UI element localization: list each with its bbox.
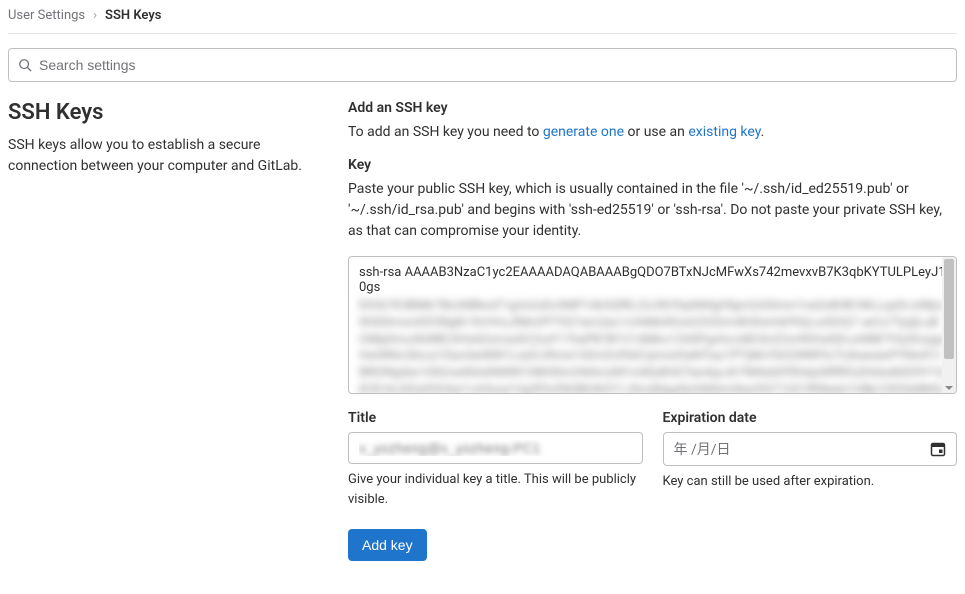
key-value-redacted: E0Vb7K3BN8r7Bo3t8BwzF1gUs2uDcXMP1Ak3QfRL… (359, 297, 946, 394)
scrollbar[interactable] (942, 257, 956, 393)
key-help: Paste your public SSH key, which is usua… (348, 179, 957, 242)
expiration-label: Expiration date (663, 410, 958, 426)
search-input[interactable] (8, 48, 957, 82)
title-input[interactable] (348, 432, 643, 464)
generate-one-link[interactable]: generate one (543, 124, 624, 140)
add-key-heading: Add an SSH key (348, 100, 957, 116)
section-sidebar: SSH Keys SSH keys allow you to establish… (8, 100, 328, 561)
expiration-hint: Key can still be used after expiration. (663, 472, 958, 492)
title-hint: Give your individual key a title. This w… (348, 470, 643, 509)
form-area: Add an SSH key To add an SSH key you nee… (348, 100, 957, 561)
add-key-button[interactable]: Add key (348, 529, 427, 561)
chevron-right-icon: › (93, 8, 97, 23)
key-textarea[interactable]: ssh-rsa AAAAB3NzaC1yc2EAAAADAQABAAABgQDO… (348, 256, 957, 394)
existing-key-link[interactable]: existing key (688, 124, 760, 140)
search-wrapper (8, 48, 957, 82)
scroll-thumb[interactable] (944, 259, 954, 359)
add-key-help: To add an SSH key you need to generate o… (348, 122, 957, 143)
page-title: SSH Keys (8, 100, 328, 125)
calendar-icon (930, 441, 946, 457)
page-description: SSH keys allow you to establish a secure… (8, 135, 328, 177)
key-label: Key (348, 157, 957, 173)
breadcrumb-parent[interactable]: User Settings (8, 8, 85, 23)
title-label: Title (348, 410, 643, 426)
breadcrumb-current: SSH Keys (105, 8, 161, 23)
expiration-input[interactable]: 年 /月/日 (663, 432, 958, 466)
scroll-down-icon[interactable] (945, 386, 953, 390)
expiration-placeholder: 年 /月/日 (674, 439, 731, 459)
key-value-visible: ssh-rsa AAAAB3NzaC1yc2EAAAADAQABAAABgQDO… (359, 265, 946, 295)
breadcrumb: User Settings › SSH Keys (8, 4, 957, 34)
